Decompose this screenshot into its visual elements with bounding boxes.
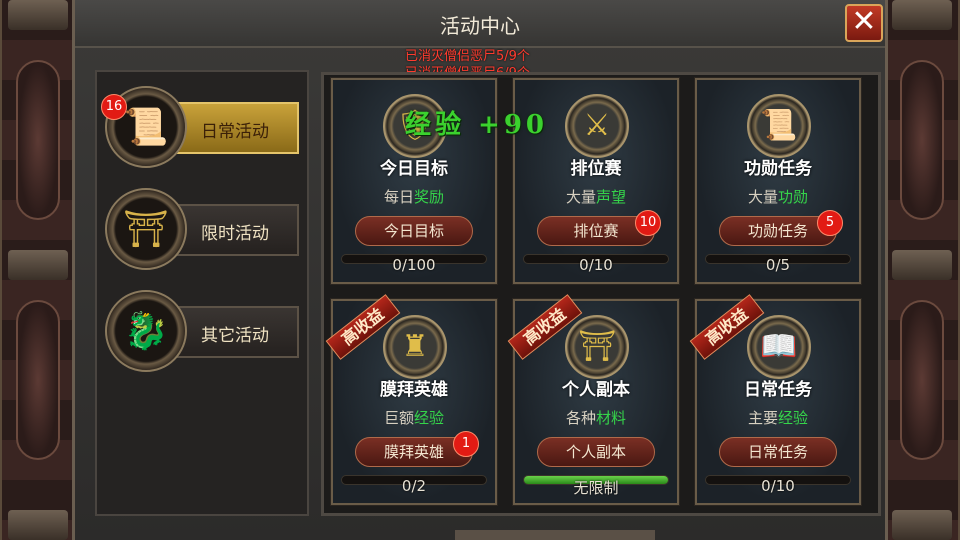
- card-glyph: 📖: [760, 329, 798, 364]
- progress-text: 0/2: [401, 477, 427, 495]
- tab-daily-activities[interactable]: 📜 16 日常活动: [101, 86, 301, 168]
- card-description: 大量声望: [515, 186, 677, 207]
- armor-icon: ♜: [383, 315, 447, 379]
- pillar-cap: [8, 510, 68, 540]
- desc-prefix: 巨额: [383, 409, 414, 427]
- dragon-head-icon: 🐉: [105, 290, 187, 372]
- scroll-icon: 📜: [747, 94, 811, 158]
- card-button[interactable]: 今日目标: [355, 216, 473, 246]
- card-glyph: ⛩: [577, 329, 617, 364]
- tab-label: 限时活动: [201, 224, 269, 244]
- bottom-trim: [455, 530, 655, 540]
- card-description: 大量功勋: [697, 186, 859, 207]
- desc-prefix: 各种: [565, 409, 596, 427]
- notification-badge: 5: [817, 210, 843, 236]
- desc-highlight: 经验: [414, 409, 445, 427]
- book-icon: 📖: [747, 315, 811, 379]
- desc-highlight: 材料: [596, 409, 627, 427]
- desc-prefix: 大量: [747, 188, 778, 206]
- desc-prefix: 大量: [565, 188, 596, 206]
- progress-text: 无限制: [573, 479, 619, 497]
- notification-badge: 16: [101, 94, 127, 120]
- desc-highlight: 经验: [778, 409, 809, 427]
- activity-card-merit-quest[interactable]: 📜 功勋任务 大量功勋 功勋任务 5 0/5: [694, 77, 862, 285]
- tab-limited-activities[interactable]: ⛩ 限时活动: [105, 188, 301, 270]
- category-tabs-panel: 📜 16 日常活动 ⛩ 限时活动 🐉 其它活动: [95, 70, 309, 516]
- card-title: 功勋任务: [744, 159, 812, 179]
- progress-text: 0/10: [761, 477, 795, 495]
- progress-text: 0/5: [765, 256, 791, 274]
- activity-center-window: 活动中心 ✕ 已消灭僧侣恶尸5/9个 已消灭僧侣恶尸6/9个 📜 16 日常活动…: [72, 0, 888, 540]
- title-bar: 活动中心 ✕: [75, 0, 885, 48]
- pillar-ornament: [16, 300, 60, 460]
- desc-highlight: 声望: [596, 188, 627, 206]
- pillar-cap: [8, 250, 68, 280]
- card-title: 膜拜英雄: [380, 380, 448, 400]
- pillar-ornament: [900, 60, 944, 220]
- altar-icon: ⛩: [565, 315, 629, 379]
- pillar-ornament: [16, 60, 60, 220]
- card-title: 个人副本: [562, 380, 630, 400]
- pillar-cap: [892, 0, 952, 30]
- progress-text: 0/100: [392, 256, 436, 274]
- pillar-cap: [8, 0, 68, 30]
- card-glyph: ⚔: [583, 108, 611, 143]
- card-title: 今日目标: [380, 159, 448, 179]
- card-glyph: ♜: [401, 329, 429, 364]
- activity-card-personal-dungeon[interactable]: ⛩ 高收益 个人副本 各种材料 个人副本 无限制: [507, 294, 680, 506]
- tab-glyph: ⛩: [123, 209, 169, 250]
- card-button[interactable]: 日常任务: [719, 437, 837, 467]
- desc-highlight: 功勋: [778, 188, 809, 206]
- kill-notice: 已消灭僧侣恶尸5/9个: [405, 49, 530, 64]
- exp-reward-popup: 经验 +90: [405, 110, 549, 140]
- pillar-cap: [892, 510, 952, 540]
- activity-card-daily-quest[interactable]: 📖 高收益 日常任务 主要经验 日常任务 0/10: [689, 294, 862, 506]
- card-description: 主要经验: [697, 407, 859, 428]
- window-title: 活动中心: [440, 14, 520, 38]
- tab-label: 其它活动: [201, 326, 269, 346]
- notification-badge: 1: [453, 431, 479, 457]
- tab-label: 日常活动: [201, 122, 269, 142]
- sword-book-icon: ⚔: [565, 94, 629, 158]
- desc-prefix: 每日: [383, 188, 414, 206]
- card-title: 日常任务: [744, 380, 812, 400]
- pillar-ornament: [900, 300, 944, 460]
- card-description: 巨额经验: [333, 407, 495, 428]
- altar-icon: ⛩: [105, 188, 187, 270]
- tab-glyph: 🐉: [123, 311, 169, 352]
- card-title: 排位赛: [570, 159, 622, 179]
- close-button[interactable]: ✕: [845, 4, 883, 42]
- activity-card-worship-hero[interactable]: ♜ 高收益 膜拜英雄 巨额经验 膜拜英雄 1 0/2: [325, 294, 498, 506]
- right-ornate-pillar: [884, 0, 960, 540]
- desc-highlight: 奖励: [414, 188, 445, 206]
- left-ornate-pillar: [0, 0, 76, 540]
- card-glyph: 📜: [760, 108, 798, 143]
- tab-other-activities[interactable]: 🐉 其它活动: [105, 290, 301, 372]
- card-button[interactable]: 个人副本: [537, 437, 655, 467]
- progress-text: 0/10: [579, 256, 613, 274]
- desc-prefix: 主要: [747, 409, 778, 427]
- card-description: 各种材料: [515, 407, 677, 428]
- pillar-cap: [892, 250, 952, 280]
- card-description: 每日奖励: [333, 186, 495, 207]
- notification-badge: 10: [635, 210, 661, 236]
